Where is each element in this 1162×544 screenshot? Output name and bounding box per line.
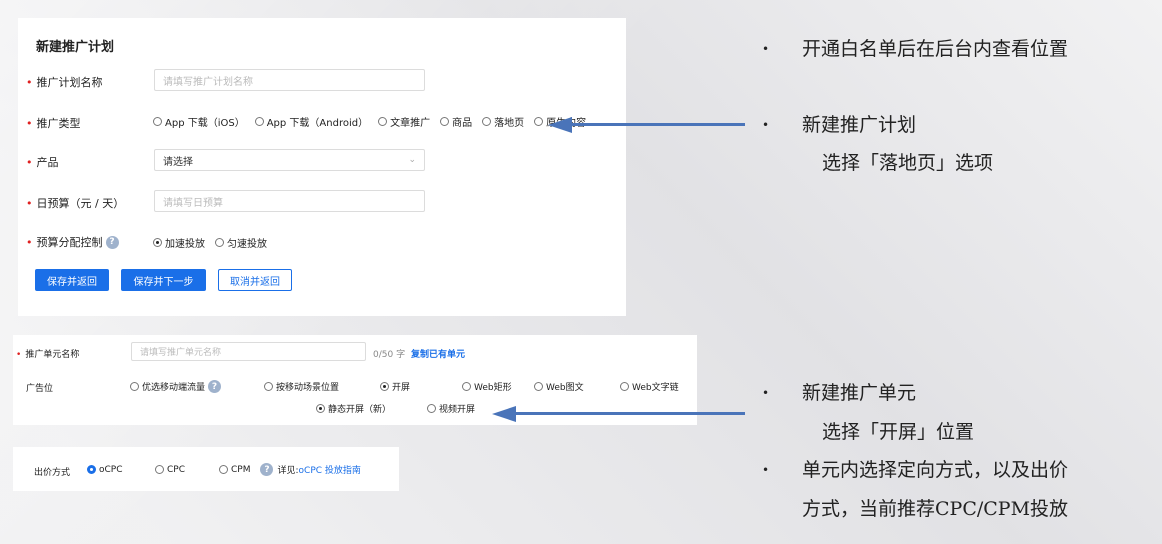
- bid-option-cpc[interactable]: CPC: [155, 465, 219, 475]
- copy-unit-link[interactable]: 复制已有单元: [411, 347, 465, 360]
- radio-icon: [254, 117, 264, 126]
- note-new-unit-detail: 选择「开屏」位置: [822, 421, 975, 443]
- save-next-button[interactable]: 保存并下一步: [121, 269, 206, 291]
- radio-icon: [153, 117, 162, 126]
- note-new-plan-detail: 选择「落地页」选项: [822, 152, 994, 174]
- plan-name-input[interactable]: 请填写推广计划名称: [154, 69, 425, 91]
- type-option-goods[interactable]: 商品: [440, 114, 472, 129]
- radio-icon: [534, 382, 543, 391]
- type-option-article[interactable]: 文章推广: [378, 114, 430, 129]
- question-circle-icon[interactable]: ?: [105, 235, 119, 249]
- pos-option-web-rect[interactable]: Web矩形: [462, 380, 534, 393]
- pos-option-splash[interactable]: 开屏: [380, 380, 462, 393]
- note-targeting-line2: 方式，当前推荐CPC/CPM投放: [802, 498, 1069, 520]
- sub-option-video[interactable]: 视频开屏: [427, 402, 475, 415]
- radio-icon: [462, 382, 471, 391]
- ocpc-guide-link[interactable]: oCPC 投放指南: [299, 463, 361, 476]
- save-back-button[interactable]: 保存并返回: [35, 269, 109, 291]
- ad-position-label: 广告位: [26, 384, 54, 394]
- radio-icon: [440, 117, 450, 126]
- pos-option-scene[interactable]: 按移动场景位置: [264, 380, 380, 393]
- radio-icon: [219, 465, 228, 474]
- new-plan-panel: 新建推广计划 • 推广计划名称 请填写推广计划名称 • 推广类型 App 下载（iO…: [18, 18, 626, 316]
- alloc-option-fast[interactable]: 加速投放: [153, 235, 205, 250]
- alloc-radio-group: 加速投放 匀速投放: [153, 235, 277, 250]
- radio-icon: [264, 382, 273, 391]
- arrow-left-icon: [492, 406, 516, 422]
- product-select[interactable]: 请选择 ⌄: [154, 149, 425, 171]
- type-label: • 推广类型: [26, 117, 81, 130]
- type-option-ios[interactable]: App 下载（iOS）: [153, 114, 245, 129]
- alloc-label: • 预算分配控制?: [26, 234, 119, 250]
- note-new-unit: • 新建推广单元: [762, 382, 917, 404]
- product-label: • 产品: [26, 156, 59, 169]
- radio-icon: [215, 238, 224, 247]
- ad-position-radio-group: 优选移动端流量? 按移动场景位置 开屏 Web矩形 Web图文 Web文字链: [130, 380, 679, 393]
- bid-label: 出价方式: [34, 468, 71, 478]
- note-new-plan: • 新建推广计划: [762, 114, 917, 136]
- radio-icon: [155, 465, 164, 474]
- pos-option-web-imgtext[interactable]: Web图文: [534, 380, 620, 393]
- alloc-option-even[interactable]: 匀速投放: [215, 235, 267, 250]
- chevron-down-icon: ⌄: [408, 155, 416, 165]
- product-select-value: 请选择: [163, 156, 193, 168]
- page-title: 新建推广计划: [36, 40, 115, 55]
- question-circle-icon[interactable]: ?: [208, 380, 222, 393]
- radio-icon: [153, 238, 162, 247]
- bid-option-cpm[interactable]: CPM: [219, 465, 250, 475]
- unit-name-label: • 推广单元名称: [16, 350, 80, 360]
- cancel-back-button[interactable]: 取消并返回: [218, 269, 292, 291]
- radio-icon: [482, 117, 492, 126]
- char-count: 0/50 字: [373, 350, 406, 360]
- pos-option-web-textlink[interactable]: Web文字链: [620, 380, 679, 393]
- radio-icon: [534, 117, 544, 126]
- bid-panel: 出价方式 oCPC CPC CPM ? 详见: oCPC 投放指南: [13, 447, 399, 491]
- radio-icon: [380, 382, 389, 391]
- radio-icon: [316, 404, 325, 413]
- guide-prefix: 详见:: [277, 466, 299, 476]
- type-option-android[interactable]: App 下载（Android）: [254, 114, 368, 129]
- type-option-landing[interactable]: 落地页: [482, 114, 524, 129]
- type-radio-group: App 下载（iOS） App 下载（Android） 文章推广 商品 落地页 …: [153, 114, 596, 129]
- radio-icon: [427, 404, 436, 413]
- unit-name-input[interactable]: 请填写推广单元名称: [131, 342, 366, 361]
- note-targeting: • 单元内选择定向方式，以及出价: [762, 459, 1069, 481]
- arrow-line-splash: [515, 412, 745, 415]
- bid-radio-group: oCPC CPC CPM ? 详见: oCPC 投放指南: [87, 463, 361, 476]
- note-whitelist: • 开通白名单后在后台内查看位置: [762, 38, 1069, 60]
- sub-option-static[interactable]: 静态开屏（新）: [316, 402, 427, 415]
- arrow-line-landing: [570, 123, 745, 126]
- budget-input[interactable]: 请填写日预算: [154, 190, 425, 212]
- splash-sub-radio-group: 静态开屏（新） 视频开屏: [316, 402, 485, 415]
- question-circle-icon[interactable]: ?: [260, 463, 274, 476]
- bid-option-ocpc[interactable]: oCPC: [87, 465, 155, 475]
- pos-option-preferred[interactable]: 优选移动端流量?: [130, 380, 264, 393]
- plan-name-label: • 推广计划名称: [26, 76, 103, 89]
- radio-icon: [130, 382, 139, 391]
- radio-icon: [378, 117, 388, 126]
- budget-label: • 日预算（元 / 天）: [26, 197, 125, 210]
- radio-icon: [87, 465, 96, 474]
- arrow-left-icon: [548, 117, 572, 133]
- radio-icon: [620, 382, 629, 391]
